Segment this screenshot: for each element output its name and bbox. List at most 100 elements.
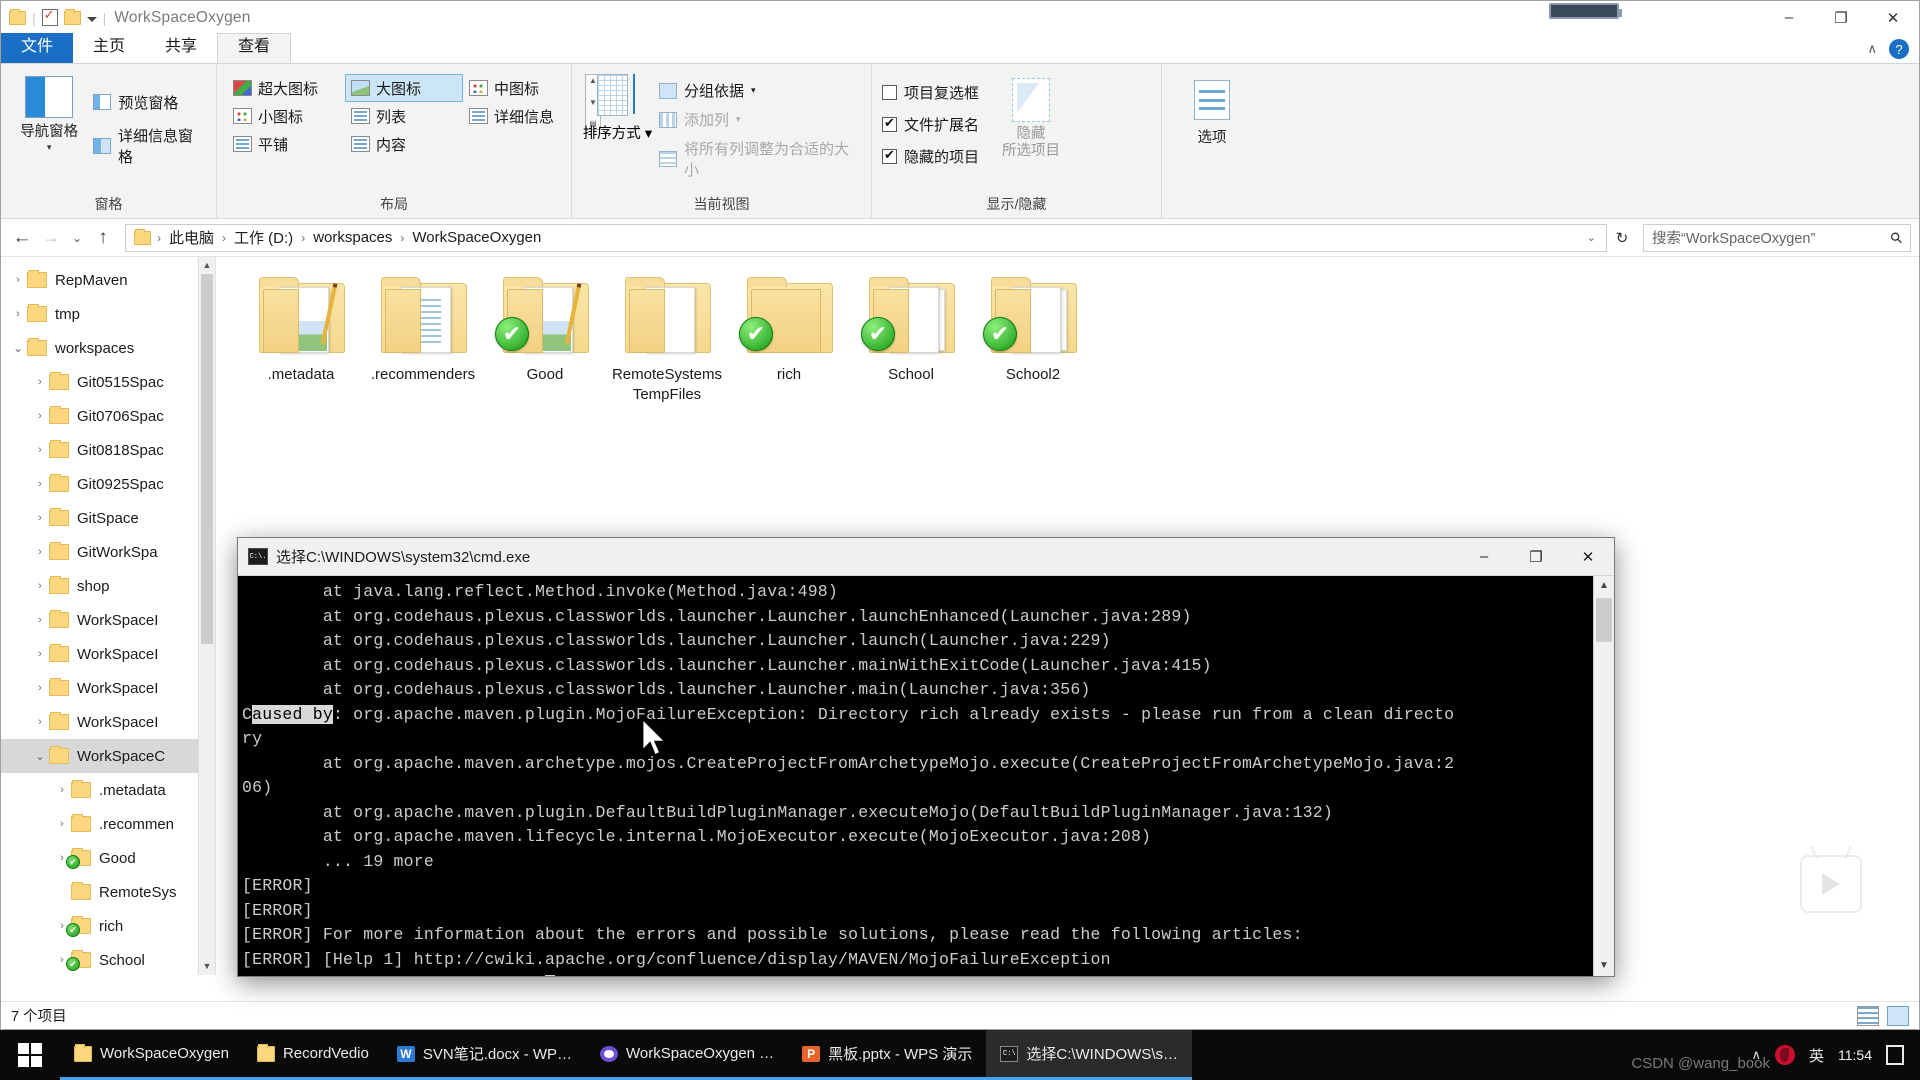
maximize-button[interactable]: ❐: [1815, 1, 1867, 34]
folder-item[interactable]: School2: [972, 275, 1094, 405]
add-columns-button[interactable]: 添加列 ▾: [658, 109, 861, 130]
system-tray[interactable]: ∧ 英 11:54: [1751, 1045, 1920, 1066]
tab-share[interactable]: 共享: [145, 33, 217, 63]
properties-icon[interactable]: [41, 7, 58, 26]
collapse-ribbon-icon[interactable]: ∧: [1867, 41, 1877, 57]
clock[interactable]: 11:54: [1838, 1047, 1872, 1064]
tree-item-good[interactable]: › ✔ Good: [1, 841, 215, 875]
tree-item-workspacei[interactable]: › WorkSpaceI: [1, 603, 215, 637]
layout-large-icons[interactable]: 大图标: [345, 74, 463, 102]
cmd-window-controls[interactable]: – ❐ ✕: [1458, 538, 1614, 576]
layout-details[interactable]: 详细信息: [463, 102, 581, 130]
recent-locations-button[interactable]: ⌄: [67, 231, 87, 245]
chevron-down-icon[interactable]: ⌄: [31, 749, 49, 763]
tree-item-workspacei[interactable]: › WorkSpaceI: [1, 671, 215, 705]
scroll-down-icon[interactable]: ▼: [199, 958, 215, 975]
file-extensions-checkbox[interactable]: [882, 115, 897, 132]
breadcrumb-item-0[interactable]: 此电脑: [165, 225, 218, 250]
folder-item[interactable]: RemoteSystems TempFiles: [606, 275, 728, 405]
chevron-down-icon[interactable]: [86, 16, 97, 22]
taskbar-item[interactable]: W SVN笔记.docx - WP…: [382, 1030, 587, 1080]
chevron-right-icon[interactable]: ›: [31, 512, 49, 524]
taskbar-item[interactable]: WorkSpaceOxygen: [60, 1030, 243, 1080]
security-shield-icon[interactable]: [1774, 1045, 1795, 1065]
chevron-right-icon[interactable]: ›: [31, 716, 49, 728]
minimize-button[interactable]: –: [1763, 1, 1815, 34]
item-checkboxes-option[interactable]: 项目复选框: [882, 82, 979, 103]
tree-item-workspacec[interactable]: ⌄ WorkSpaceC: [1, 739, 215, 773]
chevron-down-icon[interactable]: ▾: [736, 114, 741, 125]
tree-item-git0818spac[interactable]: › Git0818Spac: [1, 433, 215, 467]
tree-item-tmp[interactable]: › tmp: [1, 297, 215, 331]
ribbon-tabs-right[interactable]: ∧ ?: [1867, 39, 1909, 59]
folder-item[interactable]: School: [850, 275, 972, 405]
item-checkboxes-checkbox[interactable]: [882, 85, 897, 100]
scrollbar-thumb[interactable]: [201, 274, 213, 644]
cmd-scrollbar[interactable]: ▲ ▼: [1593, 576, 1614, 976]
tree-item-school[interactable]: › ✔ School: [1, 943, 215, 975]
window-controls[interactable]: – ❐ ✕: [1763, 1, 1919, 34]
breadcrumb-item-3[interactable]: WorkSpaceOxygen: [408, 227, 545, 248]
search-input[interactable]: 搜索“WorkSpaceOxygen” ⚲: [1643, 223, 1911, 252]
preview-pane-button[interactable]: 预览窗格: [93, 92, 206, 113]
breadcrumb[interactable]: › 此电脑 › 工作 (D:) › workspaces › WorkSpace…: [125, 223, 1607, 252]
hide-selected-items-button[interactable]: 隐藏 所选项目: [985, 70, 1077, 180]
chevron-right-icon[interactable]: ›: [31, 546, 49, 558]
tab-view[interactable]: 查看: [217, 33, 292, 63]
large-icons-view-button[interactable]: [1887, 1005, 1909, 1026]
taskbar-item[interactable]: C:\ 选择C:\WINDOWS\s…: [986, 1030, 1193, 1080]
chevron-right-icon[interactable]: ›: [31, 580, 49, 592]
tree-item-workspacei[interactable]: › WorkSpaceI: [1, 705, 215, 739]
navigation-pane[interactable]: › RepMaven › tmp ⌄ workspaces › Git0515Spac › Git…: [1, 257, 216, 975]
up-button[interactable]: ↑: [90, 227, 116, 249]
start-button[interactable]: [0, 1030, 60, 1080]
close-button[interactable]: ✕: [1867, 1, 1919, 34]
sort-by-button[interactable]: 排序方式 ▾: [582, 70, 653, 180]
chevron-down-icon[interactable]: ▾: [20, 139, 78, 155]
chevron-right-icon[interactable]: ›: [9, 274, 27, 286]
options-button[interactable]: 选项: [1172, 70, 1252, 180]
refresh-button[interactable]: ↻: [1610, 229, 1634, 247]
navigation-pane-button[interactable]: 导航窗格 ▾: [11, 70, 87, 180]
chevron-down-icon[interactable]: ▾: [751, 85, 756, 96]
breadcrumb-dropdown-icon[interactable]: ⌄: [1587, 231, 1600, 244]
chevron-right-icon[interactable]: ›: [31, 682, 49, 694]
chevron-right-icon[interactable]: ›: [31, 376, 49, 388]
folder-item[interactable]: Good: [484, 275, 606, 405]
chevron-down-icon[interactable]: ⌄: [9, 341, 27, 355]
details-pane-button[interactable]: 详细信息窗格: [93, 125, 206, 167]
tree-item-workspaces[interactable]: ⌄ workspaces: [1, 331, 215, 365]
taskbar-item[interactable]: P 黑板.pptx - WPS 演示: [788, 1030, 987, 1080]
forward-button[interactable]: →: [38, 227, 64, 248]
chevron-right-icon[interactable]: ›: [31, 410, 49, 422]
new-folder-icon[interactable]: [63, 8, 81, 25]
breadcrumb-item-1[interactable]: 工作 (D:): [230, 225, 297, 250]
tab-home[interactable]: 主页: [73, 33, 145, 63]
tree-item-gitspace[interactable]: › GitSpace: [1, 501, 215, 535]
tree-item-git0515spac[interactable]: › Git0515Spac: [1, 365, 215, 399]
tree-item-git0706spac[interactable]: › Git0706Spac: [1, 399, 215, 433]
folder-item[interactable]: rich: [728, 275, 850, 405]
breadcrumb-item-2[interactable]: workspaces: [309, 227, 396, 248]
chevron-right-icon[interactable]: ›: [53, 784, 71, 796]
ime-indicator[interactable]: 英: [1809, 1045, 1824, 1066]
details-view-button[interactable]: [1857, 1005, 1879, 1026]
chevron-right-icon[interactable]: ›: [9, 308, 27, 320]
help-icon[interactable]: ?: [1889, 39, 1909, 59]
folder-item[interactable]: .metadata: [240, 275, 362, 405]
scroll-up-icon[interactable]: ▲: [1594, 576, 1614, 596]
taskbar-item[interactable]: WorkSpaceOxygen …: [586, 1030, 789, 1080]
tree-item-gitworkspa[interactable]: › GitWorkSpa: [1, 535, 215, 569]
hidden-items-option[interactable]: 隐藏的项目: [882, 146, 979, 167]
scroll-down-icon[interactable]: ▼: [1594, 956, 1614, 976]
size-all-columns-button[interactable]: 将所有列调整为合适的大小: [658, 138, 861, 180]
chevron-right-icon[interactable]: ›: [31, 648, 49, 660]
chevron-right-icon[interactable]: ›: [31, 444, 49, 456]
scroll-up-icon[interactable]: ▲: [199, 257, 215, 274]
scrollbar-thumb[interactable]: [1596, 598, 1612, 642]
chevron-right-icon[interactable]: ›: [53, 818, 71, 830]
group-by-button[interactable]: 分组依据 ▾: [658, 80, 861, 101]
quick-access-toolbar[interactable]: | |: [1, 1, 106, 34]
tree-item-rich[interactable]: › ✔ rich: [1, 909, 215, 943]
layout-extra-large-icons[interactable]: 超大图标: [227, 74, 345, 102]
